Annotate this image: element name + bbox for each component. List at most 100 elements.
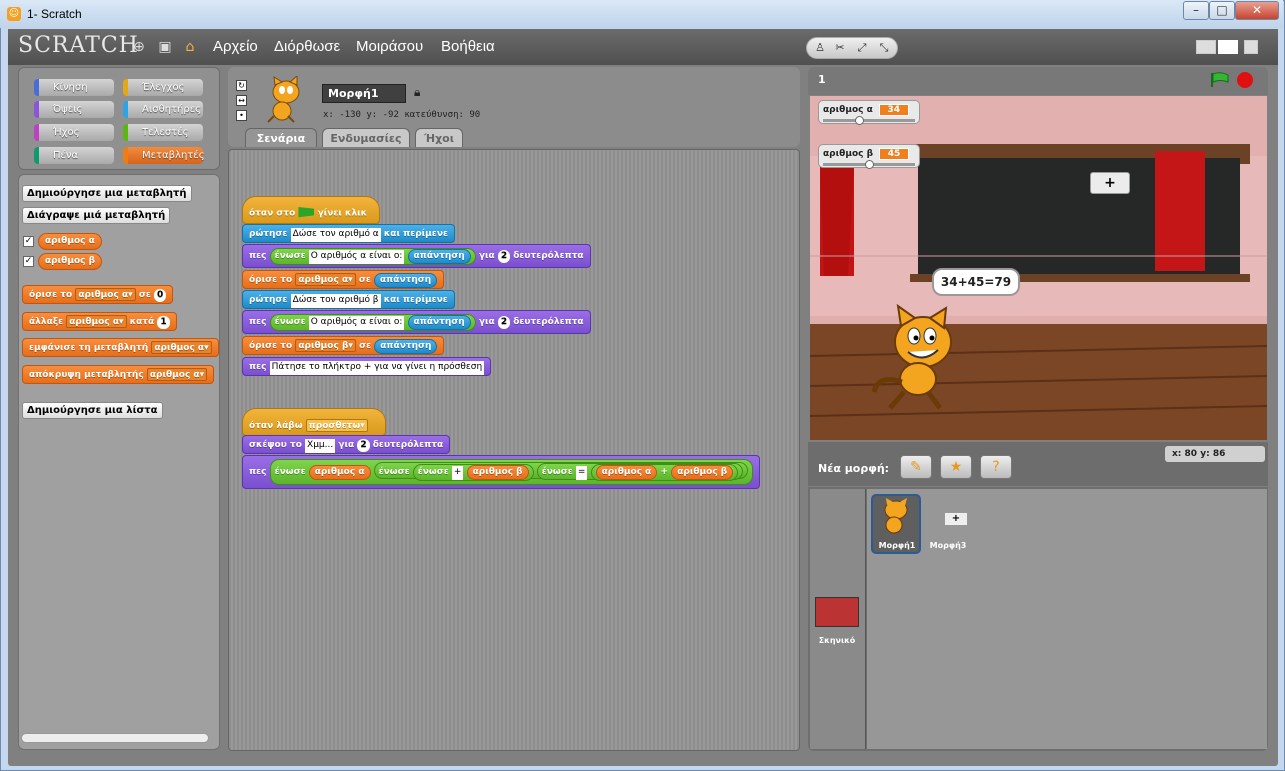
change-var-block[interactable]: άλλαξε αριθμος α▾ κατά 1 [22,312,177,331]
say-block-1[interactable]: πες ένωσε Ο αριθμός α είναι ο: απάντηση … [242,244,591,268]
change-value-input[interactable]: 1 [157,316,170,329]
tab-scripts[interactable]: Σενάρια [245,128,317,147]
set-var-dropdown[interactable]: αριθμος α▾ [75,288,136,301]
title-bar [0,0,1283,28]
hide-var-dropdown[interactable]: αριθμος α▾ [146,368,208,381]
stage-header [808,67,1268,95]
outer-join-op[interactable]: ένωσε αριθμος α ένωσε ένωσε + αριθμος β … [269,459,754,485]
join-op-1[interactable]: ένωσε Ο αριθμός α είναι ο: απάντηση [269,248,476,265]
maximize-button[interactable]: □ [1209,1,1235,20]
menu-share[interactable]: Μοιράσου [356,38,423,55]
create-variable-button[interactable]: Δημιούργησε μια μεταβλητή [22,185,192,202]
message-dropdown[interactable]: προσθετω▾ [305,419,368,432]
var-b-checkbox[interactable]: ✓ [23,256,34,267]
scratch-cat-sprite[interactable] [868,304,968,414]
small-stage-icon[interactable] [1196,40,1216,54]
plus-sprite[interactable]: + [1090,172,1130,194]
say-block-3[interactable]: πες Πάτησε το πλήκτρο + για να γίνει η π… [242,357,492,376]
share-icon[interactable]: ⌂ [182,39,198,55]
watcher-var-a[interactable]: αριθμος α 34 [818,100,920,125]
stage-thumbnail[interactable] [815,597,859,627]
stage[interactable]: αριθμος α 34 αριθμος β 45 + 34+45=79 [810,96,1267,440]
category-operators[interactable]: Τελεστές [123,124,203,141]
palette-scrollbar[interactable] [21,733,209,743]
set-block-1[interactable]: όρισε το αριθμος α▾ σε απάντηση [242,270,445,289]
change-var-dropdown[interactable]: αριθμος α▾ [66,315,127,328]
scratch-cat-icon: ☺ [7,7,21,21]
sprite-thumbnail [267,76,300,123]
choose-sprite-icon[interactable]: ★ [940,455,972,479]
stop-icon[interactable] [1237,72,1253,88]
speech-bubble: 34+45=79 [932,268,1020,296]
when-receive-hat[interactable]: όταν λάβω προσθετω▾ [242,408,386,436]
menu-file[interactable]: Αρχείο [213,38,258,55]
green-flag-icon [298,207,315,218]
no-rotate-icon[interactable]: • [236,110,247,121]
mouse-xy-readout: x: 80 y: 86 [1165,446,1265,462]
ask-block-1[interactable]: ρώτησε Δώσε τον αριθμό α και περίμενε [242,224,455,243]
sprites-area [867,489,1267,749]
tab-sounds[interactable]: Ήχοι [415,128,463,147]
show-var-dropdown[interactable]: αριθμος α▾ [151,341,212,354]
category-sensing[interactable]: Αισθητήρες [123,101,203,118]
shrink-icon[interactable]: ⤡ [875,40,893,56]
save-icon[interactable]: ▣ [157,39,173,55]
say-block-2[interactable]: πες ένωσε Ο αριθμός α είναι ο: απάντηση … [242,310,591,334]
plus-thumb-icon[interactable]: + [944,512,968,526]
set-value-input[interactable]: 0 [153,289,167,302]
say-join-block[interactable]: πες ένωσε αριθμος α ένωσε ένωσε + αριθμο… [242,455,760,489]
think-block[interactable]: σκέψου το Χμμ... για 2 δευτερόλεπτα [242,435,451,454]
ask-1-text[interactable]: Δώσε τον αριθμό α [290,228,381,242]
category-control[interactable]: Έλεγχος [123,79,203,96]
var-b-reporter[interactable]: αριθμος β [38,253,103,270]
minimize-button[interactable]: – [1183,1,1209,20]
category-looks[interactable]: Όψεις [34,101,114,118]
menu-bar [8,29,1278,65]
new-sprite-label: Νέα μορφή: [818,462,890,475]
set-block-2[interactable]: όρισε το αριθμος β▾ σε απάντηση [242,336,445,355]
tab-costumes[interactable]: Ενδυμασίες [322,128,410,147]
var-a-reporter[interactable]: αριθμος α [38,233,102,250]
globe-icon[interactable]: ⊕ [131,39,147,55]
sprite-info: x: -130 y: -92 κατεύθυνση: 90 [323,110,481,120]
cat-thumb-icon [884,498,908,534]
window-title: 1- Scratch [27,7,82,21]
middle-join-op[interactable]: ένωσε ένωσε + αριθμος β ένωσε = αριθμος … [373,462,749,481]
category-variables[interactable]: Μεταβλητές [123,147,205,164]
set-var-block[interactable]: όρισε το αριθμος α▾ σε 0 [22,285,174,304]
menu-help[interactable]: Βοήθεια [441,38,495,55]
add-op[interactable]: αριθμος α + αριθμος β [590,464,739,481]
menu-edit[interactable]: Διόρθωσε [274,38,340,55]
normal-stage-icon[interactable] [1218,40,1238,54]
when-flag-clicked-hat[interactable]: όταν στο γίνει κλικ [242,196,380,224]
duplicate-icon[interactable]: ♙ [811,40,829,56]
delete-icon[interactable]: ✂ [831,40,849,56]
ask-block-2[interactable]: ρώτησε Δώσε τον αριθμό β και περίμενε [242,290,455,309]
hide-var-block[interactable]: απόκρυψη μεταβλητής αριθμος α▾ [22,365,215,384]
category-pen[interactable]: Πένα [34,147,114,164]
close-button[interactable]: ✕ [1235,1,1279,20]
rotate-all-icon[interactable]: ↻ [236,80,247,91]
rotate-lr-icon[interactable]: ↔ [236,95,247,106]
sprite-1-label: Μορφή1 [878,541,916,550]
delete-variable-button[interactable]: Διάγραψε μιά μεταβλητή [22,207,171,224]
var-a-checkbox[interactable]: ✓ [23,236,34,247]
sprite-3-label: Μορφή3 [929,541,967,550]
sprite-name-field[interactable]: Μορφή1 [322,84,406,103]
say-3-text[interactable]: Πάτησε το πλήκτρο + για να γίνει η πρόσθ… [269,361,485,375]
show-var-block[interactable]: εμφάνισε τη μεταβλητή αριθμος α▾ [22,338,219,357]
stage-thumb-label: Σκηνικό [818,636,856,645]
category-motion[interactable]: Κίνηση [34,79,114,96]
random-sprite-icon[interactable]: ? [980,455,1012,479]
create-list-button[interactable]: Δημιούργησε μια λίστα [22,402,163,419]
ask-2-text[interactable]: Δώσε τον αριθμό β [290,294,381,308]
scratch-logo: SCRATCH [18,33,139,58]
presentation-icon[interactable] [1244,40,1258,54]
category-sound[interactable]: Ήχος [34,124,114,141]
watcher-var-b[interactable]: αριθμος β 45 [818,144,920,169]
paint-sprite-icon[interactable]: ✎ [900,455,932,479]
grow-icon[interactable]: ⤢ [853,40,871,56]
join-op-2[interactable]: ένωσε Ο αριθμός α είναι ο: απάντηση [269,314,476,331]
lock-icon[interactable]: 🔒︎ [414,85,420,100]
green-flag-icon[interactable] [1210,72,1230,88]
